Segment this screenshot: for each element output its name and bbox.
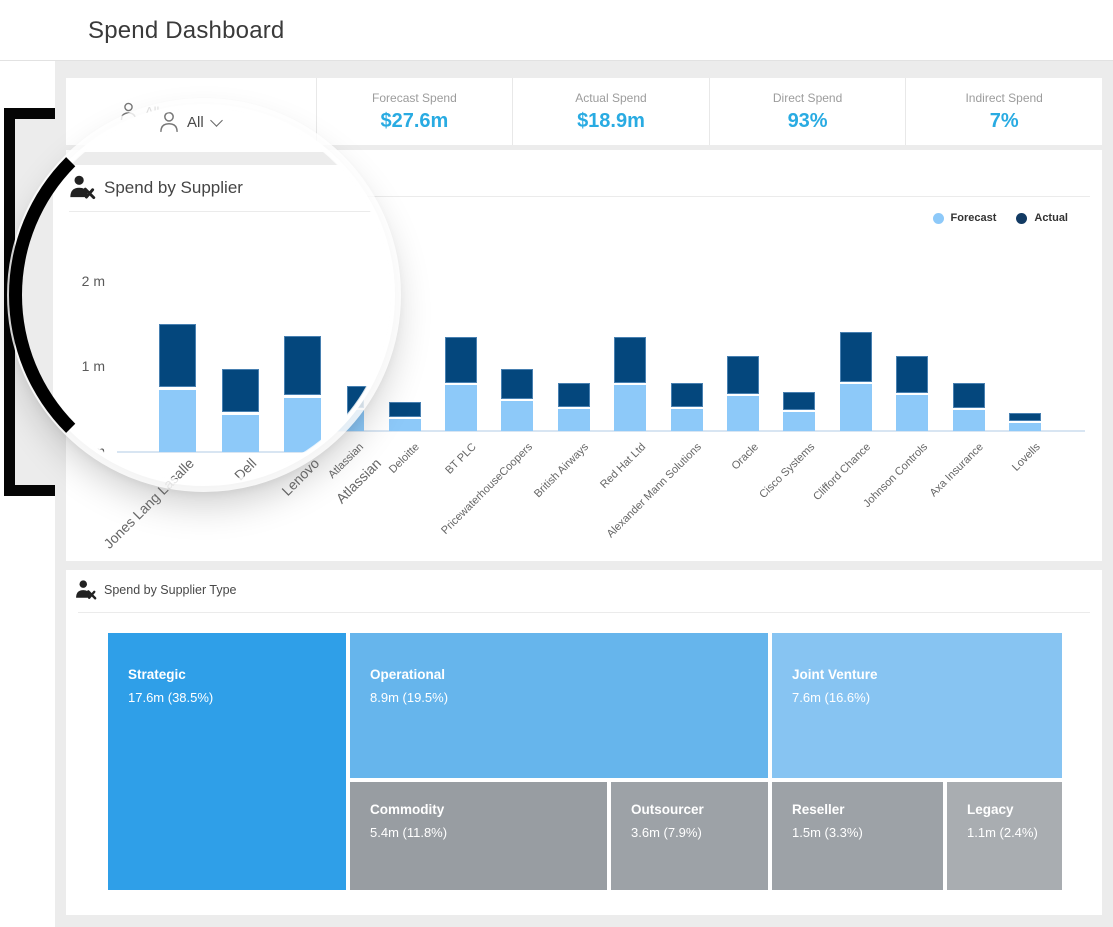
x-axis-label: PricewaterhouseCoopers <box>439 441 535 537</box>
bar-segment-forecast-Oracle[interactable] <box>727 396 759 431</box>
treemap-node-label: Strategic <box>128 667 326 682</box>
bar-segment-actual-Cisco Systems[interactable] <box>783 392 815 410</box>
bar-segment-actual-Clifford Chance[interactable] <box>840 332 872 382</box>
bar-segment-actual-Alexander Mann Solutions[interactable] <box>671 383 703 407</box>
supplier-type-treemap: Strategic 17.6m (38.5%) Operational 8.9m (1… <box>108 633 1062 890</box>
chevron-down-icon <box>210 114 223 127</box>
x-axis-label: Clifford Chance <box>811 441 873 503</box>
bar-segment-actual-Deloitte[interactable] <box>389 402 421 417</box>
kpi-label: Direct Spend <box>773 91 842 105</box>
bar-segment-actual-Oracle[interactable] <box>727 356 759 394</box>
spend-by-supplier-type-card: Spend by Supplier Type Strategic 17.6m (3… <box>66 570 1102 915</box>
kpi-label: Actual Spend <box>575 91 646 105</box>
legend-item-forecast[interactable]: Forecast <box>933 212 997 224</box>
treemap-node-value: 1.1m (2.4%) <box>967 825 1042 840</box>
forecast-dot-icon <box>933 213 944 224</box>
bar-segment-actual-British Airways[interactable] <box>558 383 590 407</box>
bar-segment-forecast-Johnson Controls[interactable] <box>896 395 928 431</box>
treemap-node-legacy[interactable]: Legacy 1.1m (2.4%) <box>947 782 1062 890</box>
treemap-node-label: Reseller <box>792 802 923 817</box>
bar-segment-actual-Axa Insurance[interactable] <box>953 383 985 408</box>
lens-kpi-fragment: All <box>57 108 391 152</box>
treemap-node-value: 7.6m (16.6%) <box>792 690 1042 705</box>
treemap-node-reseller[interactable]: Reseller 1.5m (3.3%) <box>772 782 943 890</box>
treemap-node-strategic[interactable]: Strategic 17.6m (38.5%) <box>108 633 346 890</box>
bar-segment-actual-Atlassian[interactable] <box>347 386 384 426</box>
treemap-node-label: Outsourcer <box>631 802 748 817</box>
bar-segment-forecast-Dell[interactable] <box>222 415 259 452</box>
treemap-node-label: Operational <box>370 667 748 682</box>
divider <box>78 612 1090 613</box>
treemap-node-commodity[interactable]: Commodity 5.4m (11.8%) <box>350 782 607 890</box>
lens-supplier-card-fragment: Spend by Supplier 0 m1 m2 m <box>53 165 391 482</box>
bar-segment-forecast-Red Hat Ltd[interactable] <box>614 385 646 431</box>
treemap-node-label: Commodity <box>370 802 587 817</box>
actual-dot-icon <box>1016 213 1027 224</box>
bar-segment-actual-Lovells[interactable] <box>1009 413 1041 421</box>
magnifier-lens: All Spend by Supplier 0 m1 m2 m <box>13 104 395 486</box>
lens-scope-filter: All <box>159 111 221 133</box>
y-tick-label: 0 m <box>67 443 105 459</box>
treemap-node-value: 5.4m (11.8%) <box>370 825 587 840</box>
kpi-value: 7% <box>990 110 1019 133</box>
kpi-value: 93% <box>788 110 828 133</box>
x-axis-label: Oracle <box>729 441 760 472</box>
kpi-actual-spend: Actual Spend $18.9m <box>512 78 709 145</box>
x-axis-label: BT PLC <box>443 441 479 477</box>
bar-segment-actual-BT PLC[interactable] <box>445 337 477 383</box>
lens-scope-filter-label: All <box>187 114 204 131</box>
legend-label: Forecast <box>951 212 997 224</box>
x-axis-label: British Airways <box>532 441 591 500</box>
bar-segment-actual-Lenovo[interactable] <box>284 336 321 395</box>
kpi-indirect-spend: Indirect Spend 7% <box>905 78 1102 145</box>
kpi-label: Forecast Spend <box>372 91 457 105</box>
bar-segment-actual-Dell[interactable] <box>222 369 259 412</box>
kpi-label: Indirect Spend <box>965 91 1042 105</box>
bar-segment-forecast-Clifford Chance[interactable] <box>840 384 872 431</box>
title-bar: Spend Dashboard <box>0 0 1113 61</box>
treemap-node-operational[interactable]: Operational 8.9m (19.5%) <box>350 633 768 778</box>
treemap-node-outsourcer[interactable]: Outsourcer 3.6m (7.9%) <box>611 782 768 890</box>
bar-segment-forecast-Lovells[interactable] <box>1009 423 1041 431</box>
person-outline-icon <box>159 111 179 133</box>
chart-legend: Forecast Actual <box>933 212 1068 224</box>
bar-segment-forecast-Cisco Systems[interactable] <box>783 412 815 431</box>
bar-segment-forecast-British Airways[interactable] <box>558 409 590 431</box>
legend-item-actual[interactable]: Actual <box>1016 212 1068 224</box>
x-axis-label: Cisco Systems <box>757 441 817 501</box>
bar-segment-forecast-PricewaterhouseCoopers[interactable] <box>501 401 533 431</box>
x-axis-label: Axa Insurance <box>928 441 986 499</box>
x-axis-label: Alexander Mann Solutions <box>605 441 704 540</box>
treemap-node-value: 8.9m (19.5%) <box>370 690 748 705</box>
kpi-value: $18.9m <box>577 110 645 133</box>
bar-segment-forecast-Deloitte[interactable] <box>389 419 421 431</box>
bar-segment-forecast-Alexander Mann Solutions[interactable] <box>671 409 703 431</box>
page-title: Spend Dashboard <box>88 17 284 45</box>
kpi-direct-spend: Direct Spend 93% <box>709 78 906 145</box>
x-axis-label: Lovells <box>1010 441 1043 474</box>
card-title: Spend by Supplier Type <box>104 583 237 597</box>
person-wrench-icon <box>75 579 97 601</box>
bar-segment-actual-Red Hat Ltd[interactable] <box>614 337 646 383</box>
bar-segment-forecast-BT PLC[interactable] <box>445 385 477 431</box>
treemap-node-label: Legacy <box>967 802 1042 817</box>
bar-segment-forecast-Jones Lang Lasalle[interactable] <box>159 390 196 452</box>
bar-segment-actual-PricewaterhouseCoopers[interactable] <box>501 369 533 399</box>
lens-bar-chart: 0 m1 m2 m <box>53 165 391 452</box>
x-axis-label: Red Hat Ltd <box>598 441 648 491</box>
y-tick-label: 2 m <box>67 273 105 289</box>
x-axis-label: Deloitte <box>387 441 422 476</box>
treemap-node-joint-venture[interactable]: Joint Venture 7.6m (16.6%) <box>772 633 1062 778</box>
treemap-node-value: 3.6m (7.9%) <box>631 825 748 840</box>
treemap-node-value: 1.5m (3.3%) <box>792 825 923 840</box>
legend-label: Actual <box>1034 212 1068 224</box>
y-tick-label: 1 m <box>67 358 105 374</box>
treemap-node-label: Joint Venture <box>792 667 1042 682</box>
bar-segment-forecast-Lenovo[interactable] <box>284 398 321 452</box>
bar-segment-actual-Johnson Controls[interactable] <box>896 356 928 393</box>
bar-segment-forecast-Axa Insurance[interactable] <box>953 410 985 431</box>
bar-segment-actual-Jones Lang Lasalle[interactable] <box>159 324 196 387</box>
treemap-node-value: 17.6m (38.5%) <box>128 690 326 705</box>
bar-segment-forecast-Atlassian[interactable] <box>347 429 384 452</box>
